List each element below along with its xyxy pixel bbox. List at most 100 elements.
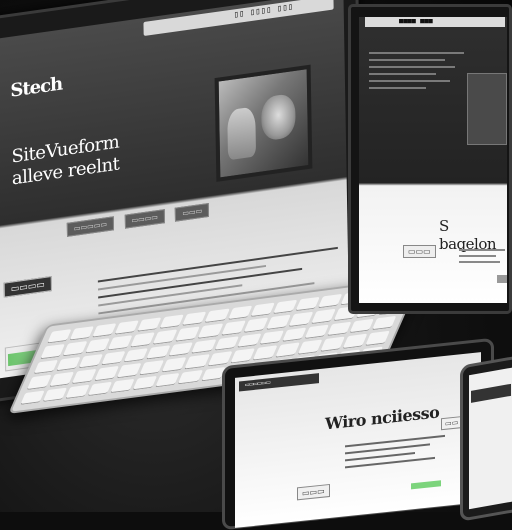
keyboard-key[interactable] [94,366,120,381]
right-detail-lines [459,245,505,267]
keyboard-key[interactable] [371,315,397,331]
keyboard-key[interactable] [56,356,81,372]
keyboard-key[interactable] [26,374,52,390]
keyboard-key[interactable] [175,326,201,342]
keyboard-key[interactable] [132,375,158,391]
keyboard-key[interactable] [198,323,223,339]
keyboard-key[interactable] [310,309,336,324]
keyboard-key[interactable] [182,311,207,327]
keyboard-key[interactable] [71,368,97,384]
keyboard-key[interactable] [155,372,181,388]
keyboard-key[interactable] [62,341,88,357]
photo-hand [227,106,257,161]
keyboard-key[interactable] [20,390,45,405]
keyboard-key[interactable] [272,299,298,315]
tablet-header-bar[interactable]: ▭▭▭▭▭▭ [239,373,319,392]
right-address-bar[interactable]: ■■■■ ■■■ [365,17,505,27]
keyboard-key[interactable] [137,317,162,333]
text-line [369,87,426,89]
keyboard-key[interactable] [236,333,262,348]
main-nav-label[interactable]: ▭▭▭▭ [3,275,52,298]
keyboard-key[interactable] [204,308,230,324]
keyboard-key[interactable] [87,381,113,397]
right-badge[interactable]: ▭▭▭ [403,245,436,258]
keyboard-key[interactable] [252,345,278,361]
keyboard-key[interactable] [152,329,178,345]
text-line [369,80,450,82]
text-line [369,66,455,68]
keyboard-key[interactable] [139,360,165,375]
keyboard-key[interactable] [365,330,390,346]
keyboard-key[interactable] [213,336,239,351]
keyboard-key[interactable] [123,347,149,363]
keyboard-key[interactable] [130,332,156,348]
main-site-logo[interactable]: Stech [10,74,62,102]
keyboard-key[interactable] [69,326,95,341]
keyboard-key[interactable] [46,329,72,344]
keyboard-key[interactable] [317,293,343,309]
right-side-panel [467,73,507,145]
keyboard-key[interactable] [33,359,59,375]
keyboard-key[interactable] [243,317,268,333]
keyboard-key[interactable] [229,348,255,364]
keyboard-key[interactable] [40,344,65,360]
keyboard-key[interactable] [249,302,275,318]
text-line [459,261,501,263]
tablet-heading: Wiro nciiesso [325,402,440,434]
phone [460,354,512,522]
main-hero-photo [214,64,313,182]
keyboard-key[interactable] [178,369,203,385]
keyboard-key[interactable] [114,320,140,336]
text-line [459,255,496,257]
keyboard-key[interactable] [162,357,187,373]
keyboard-key[interactable] [49,371,75,387]
main-button-1[interactable]: ▭▭▭▭▭ [66,216,115,237]
keyboard-key[interactable] [320,336,345,352]
keyboard-key[interactable] [146,344,171,360]
keyboard-key[interactable] [101,350,126,366]
keyboard-key[interactable] [281,327,307,343]
tablet: ▭▭▭▭▭▭ Wiro nciiesso ▭▭ ▭▭▭ [222,337,494,530]
keyboard-key[interactable] [326,321,352,337]
tablet-progress-bar [411,480,441,490]
keyboard-key[interactable] [220,320,246,336]
keyboard-key[interactable] [274,342,300,358]
keyboard-key[interactable] [65,384,91,400]
keyboard-key[interactable] [159,314,185,330]
main-button-3[interactable]: ▭▭▭ [175,202,210,222]
keyboard-key[interactable] [259,330,284,346]
keyboard-key[interactable] [342,333,368,349]
keyboard-key[interactable] [349,318,374,334]
main-button-row: ▭▭▭▭▭ ▭▭▭▭ ▭▭▭ [66,198,216,237]
keyboard-key[interactable] [297,339,323,355]
text-line [369,73,436,75]
keyboard-key[interactable] [304,324,329,340]
main-address-text: ▯▯ ▯▯▯▯ ▯▯▯ [233,2,294,21]
right-address-text: ■■■■ ■■■ [399,17,433,25]
keyboard-key[interactable] [207,351,232,367]
text-line [97,246,338,283]
main-button-2[interactable]: ▭▭▭▭ [124,209,166,229]
keyboard-key[interactable] [91,323,117,339]
right-monitor-screen: ■■■■ ■■■ S baqelon ▭▭▭ [359,17,507,303]
main-address-bar[interactable]: ▯▯ ▯▯▯▯ ▯▯▯ [143,0,334,37]
keyboard-key[interactable] [117,363,142,378]
right-small-icon[interactable] [497,275,507,283]
keyboard-key[interactable] [227,305,252,321]
keyboard-key[interactable] [110,378,136,394]
keyboard-key[interactable] [288,312,313,327]
keyboard-key[interactable] [191,339,217,354]
tablet-badge-left[interactable]: ▭▭▭ [297,483,330,501]
keyboard-key[interactable] [184,354,210,370]
keyboard-key[interactable] [85,338,110,354]
tablet-text-lines [345,430,445,474]
keyboard-key[interactable] [168,341,194,357]
text-line [459,249,505,251]
keyboard-key[interactable] [265,315,291,330]
keyboard-key[interactable] [42,387,68,402]
keyboard-key[interactable] [78,353,104,369]
keyboard-key[interactable] [294,296,320,312]
keyboard-key[interactable] [107,335,133,351]
phone-header-bar [471,383,511,403]
right-text-lines [369,47,464,94]
